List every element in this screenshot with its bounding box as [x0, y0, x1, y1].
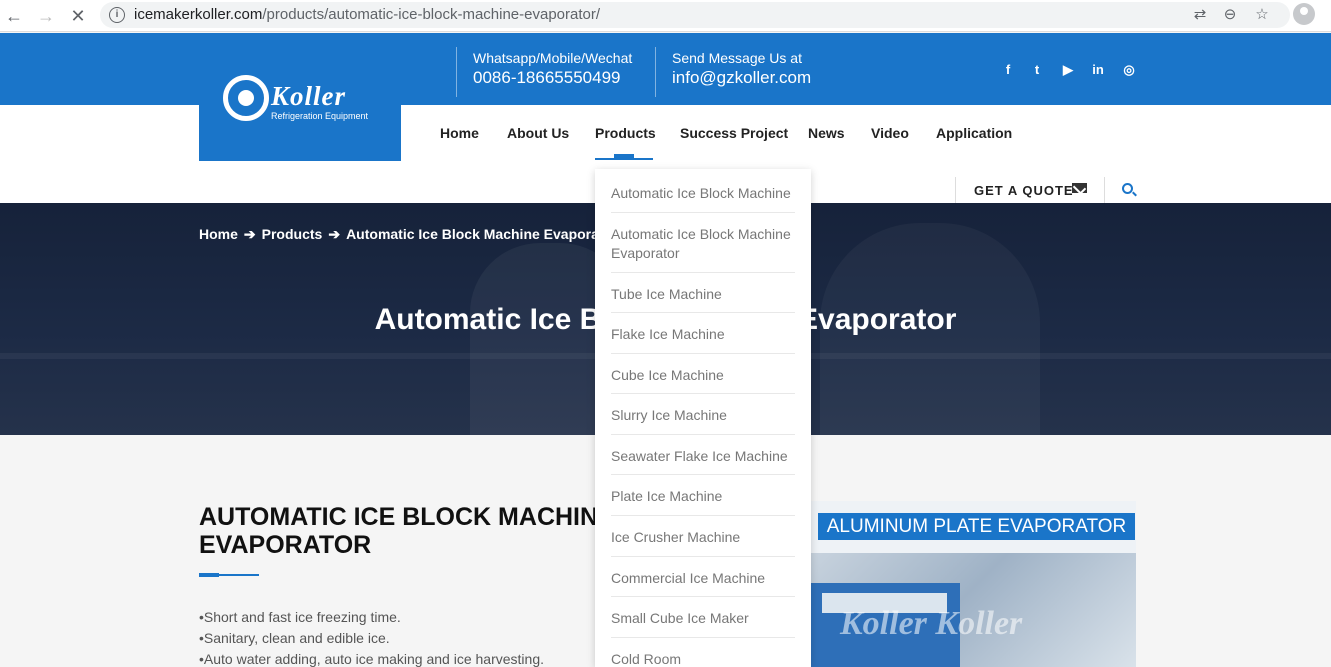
logo-name: Koller: [271, 81, 347, 111]
phone-contact: Whatsapp/Mobile/Wechat 0086-18665550499: [456, 47, 632, 97]
envelope-icon: [1072, 183, 1087, 193]
dropdown-divider: [611, 474, 795, 475]
facebook-icon[interactable]: f: [1000, 62, 1016, 78]
menu-item-home[interactable]: Home: [440, 125, 479, 141]
url-text[interactable]: icemakerkoller.com/products/automatic-ic…: [134, 6, 600, 23]
dropdown-divider: [611, 556, 795, 557]
menu-item-news[interactable]: News: [808, 125, 845, 141]
dropdown-item-flake-ice-machine[interactable]: Flake Ice Machine: [611, 325, 795, 344]
back-arrow-icon[interactable]: ←: [2, 4, 26, 28]
logo-subtitle: Refrigeration Equipment: [271, 111, 369, 121]
dropdown-item-slurry-ice-machine[interactable]: Slurry Ice Machine: [611, 406, 795, 425]
get-quote-label: GET A QUOTE: [974, 183, 1074, 198]
menu-item-products[interactable]: Products: [595, 125, 656, 141]
dropdown-item-cube-ice-machine[interactable]: Cube Ice Machine: [611, 366, 795, 385]
arrow-right-icon: ➔: [328, 226, 341, 242]
browser-toolbar: ← → ✕ i icemakerkoller.com/products/auto…: [0, 0, 1331, 32]
active-menu-indicator: [595, 154, 653, 160]
dropdown-divider: [611, 637, 795, 638]
breadcrumb-home[interactable]: Home: [199, 226, 238, 242]
logo[interactable]: Koller Refrigeration Equipment: [199, 33, 401, 161]
twitter-icon[interactable]: t: [1029, 62, 1045, 78]
get-quote-button[interactable]: GET A QUOTE: [955, 177, 1105, 203]
dropdown-item-seawater-flake-ice-machine[interactable]: Seawater Flake Ice Machine: [611, 447, 795, 466]
dropdown-divider: [611, 353, 795, 354]
email-value[interactable]: info@gzkoller.com: [672, 68, 811, 88]
linkedin-icon[interactable]: in: [1090, 62, 1106, 78]
menu-item-video[interactable]: Video: [871, 125, 909, 141]
dropdown-divider: [611, 212, 795, 213]
dropdown-divider: [611, 596, 795, 597]
dropdown-item-cold-room[interactable]: Cold Room: [611, 650, 795, 667]
feature-item: •Auto water adding, auto ice making and …: [199, 651, 544, 667]
menu-item-application[interactable]: Application: [936, 125, 1012, 141]
heading-divider: [199, 573, 259, 577]
products-dropdown-menu: Automatic Ice Block Machine Automatic Ic…: [595, 169, 811, 667]
close-icon[interactable]: ✕: [66, 4, 90, 28]
phone-label: Whatsapp/Mobile/Wechat: [473, 50, 633, 66]
menu-item-about[interactable]: About Us: [507, 125, 569, 141]
product-image-banner: ALUMINUM PLATE EVAPORATOR: [818, 513, 1135, 540]
avatar[interactable]: [1293, 3, 1315, 25]
email-contact: Send Message Us at info@gzkoller.com: [655, 47, 811, 97]
search-icon[interactable]: [1122, 183, 1133, 194]
dropdown-item-plate-ice-machine[interactable]: Plate Ice Machine: [611, 487, 795, 506]
address-bar[interactable]: i icemakerkoller.com/products/automatic-…: [100, 2, 1290, 28]
dropdown-divider: [611, 312, 795, 313]
star-icon[interactable]: ☆: [1252, 5, 1272, 25]
dropdown-item-automatic-ice-block-machine-evaporator[interactable]: Automatic Ice Block Machine Evaporator: [611, 225, 795, 263]
dropdown-item-commercial-ice-machine[interactable]: Commercial Ice Machine: [611, 569, 795, 588]
forward-arrow-icon[interactable]: →: [34, 4, 58, 28]
dropdown-item-tube-ice-machine[interactable]: Tube Ice Machine: [611, 285, 795, 304]
koller-logo-icon: [223, 75, 269, 121]
menu-item-success-project[interactable]: Success Project: [680, 125, 788, 141]
watermark: Koller Koller: [840, 605, 1023, 642]
youtube-icon[interactable]: ▶: [1060, 62, 1076, 78]
breadcrumb-products[interactable]: Products: [262, 226, 323, 242]
dropdown-divider: [611, 515, 795, 516]
feature-item: •Short and fast ice freezing time.: [199, 609, 401, 625]
email-label: Send Message Us at: [672, 50, 802, 66]
product-image[interactable]: ALUMINUM PLATE EVAPORATOR Koller Koller: [810, 501, 1136, 667]
arrow-right-icon: ➔: [243, 226, 256, 242]
dropdown-divider: [611, 434, 795, 435]
dropdown-divider: [611, 393, 795, 394]
dropdown-item-ice-crusher-machine[interactable]: Ice Crusher Machine: [611, 528, 795, 547]
product-photo: Koller Koller: [810, 553, 1136, 667]
zoom-icon[interactable]: ⊖: [1220, 5, 1240, 25]
info-icon[interactable]: i: [109, 7, 125, 23]
instagram-icon[interactable]: ◎: [1121, 62, 1137, 78]
phone-value[interactable]: 0086-18665550499: [473, 68, 632, 88]
dropdown-divider: [611, 272, 795, 273]
translate-icon[interactable]: ⇄: [1190, 5, 1210, 25]
breadcrumb-current: Automatic Ice Block Machine Evaporator: [346, 226, 618, 242]
feature-item: •Sanitary, clean and edible ice.: [199, 630, 390, 646]
breadcrumb: Home ➔ Products ➔ Automatic Ice Block Machin…: [199, 226, 618, 243]
dropdown-item-automatic-ice-block-machine[interactable]: Automatic Ice Block Machine: [611, 184, 795, 203]
dropdown-item-small-cube-ice-maker[interactable]: Small Cube Ice Maker: [611, 609, 795, 628]
